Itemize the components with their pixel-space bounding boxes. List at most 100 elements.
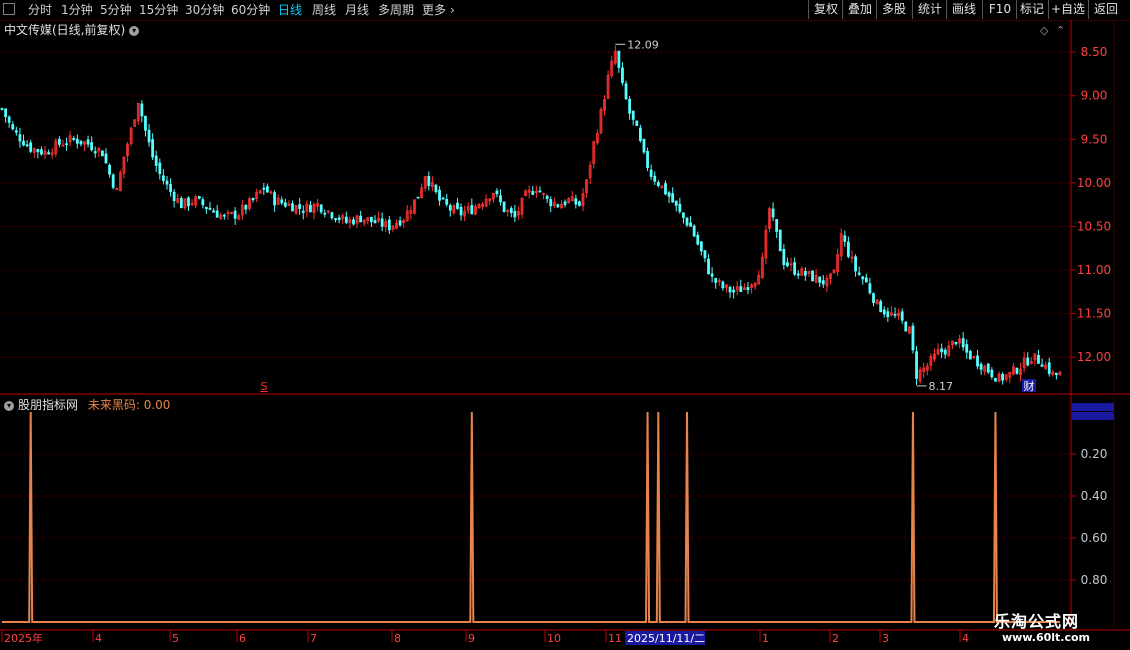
candle-body xyxy=(940,348,944,353)
candle-body xyxy=(778,229,782,252)
tab-period-6[interactable]: 日线 xyxy=(278,2,302,18)
x-axis-label: 4 xyxy=(95,632,102,645)
tab-period-2[interactable]: 5分钟 xyxy=(100,2,132,18)
tab-period-7[interactable]: 周线 xyxy=(312,2,336,18)
candle-body xyxy=(18,134,22,142)
candle-body xyxy=(857,272,861,275)
toolbar-button-2[interactable]: 多股 xyxy=(876,0,911,19)
tab-period-4[interactable]: 30分钟 xyxy=(185,2,224,18)
candle-body xyxy=(954,342,958,345)
candle-body xyxy=(65,143,68,146)
candle-body xyxy=(205,206,208,209)
candle-body xyxy=(283,202,287,207)
candle-body xyxy=(309,204,312,213)
x-axis-label: 10 xyxy=(547,632,561,645)
candle-body xyxy=(262,187,266,190)
candle-body xyxy=(441,197,445,200)
y-tick-label: 9.00 xyxy=(1081,89,1108,103)
candle-body xyxy=(215,210,219,218)
candle-body xyxy=(445,198,449,205)
candle-body xyxy=(782,249,786,266)
candle-body xyxy=(4,108,7,118)
tab-period-5[interactable]: 60分钟 xyxy=(231,2,270,18)
x-axis-label: 5 xyxy=(172,632,179,645)
candle-body xyxy=(631,110,635,120)
candle-body xyxy=(915,351,918,379)
candle-body xyxy=(879,301,883,313)
tab-period-10[interactable]: 更多 xyxy=(422,2,446,18)
candle-body xyxy=(728,287,732,293)
candle-body xyxy=(179,198,183,209)
candle-body xyxy=(671,193,675,203)
candle-body xyxy=(352,219,355,225)
candle-body xyxy=(273,192,276,206)
candle-body xyxy=(549,199,553,207)
candle-body xyxy=(965,344,969,353)
y-tick-label: 12.00 xyxy=(1077,350,1111,364)
candle-body xyxy=(301,210,305,213)
toolbar-button-4[interactable]: 画线 xyxy=(946,0,981,19)
candle-body xyxy=(642,138,646,153)
candle-body xyxy=(578,201,581,206)
more-arrow-icon[interactable]: › xyxy=(450,2,455,18)
candle-body xyxy=(169,184,172,192)
tab-period-9[interactable]: 多周期 xyxy=(378,2,414,18)
candle-body xyxy=(251,197,255,201)
candle-body xyxy=(172,191,176,202)
tab-period-8[interactable]: 月线 xyxy=(345,2,369,18)
y-tick-label: 11.00 xyxy=(1077,263,1111,277)
candle-body xyxy=(459,207,463,216)
x-axis-label: 6 xyxy=(239,632,246,645)
indicator-value-box xyxy=(1072,412,1114,420)
toolbar-button-6[interactable]: 标记 xyxy=(1016,0,1047,19)
window-menu-icon[interactable] xyxy=(3,3,15,15)
candle-body xyxy=(72,137,76,140)
indicator-tick-label: 0.20 xyxy=(1081,447,1108,461)
candle-body xyxy=(689,222,692,227)
candle-body xyxy=(563,201,567,205)
candle-body xyxy=(872,293,875,304)
candle-body xyxy=(674,200,678,206)
candle-body xyxy=(7,116,11,123)
candle-body xyxy=(359,215,363,223)
period-toolbar: 分时 1分钟 5分钟 15分钟 30分钟 60分钟 日线 周线 月线 多周期 更多 › 复权 叠加 多股统… xyxy=(0,0,1130,21)
chart-canvas[interactable]: 12.00 11.50 11.00 10.50 10.00 9.50 9.00 8.50 0.8… xyxy=(0,20,1130,650)
candle-body xyxy=(90,142,94,151)
candle-body xyxy=(265,186,269,193)
candle-body xyxy=(707,258,710,275)
candle-body xyxy=(685,217,689,226)
candle-body xyxy=(456,202,459,209)
toolbar-button-5[interactable]: F10 xyxy=(982,0,1017,19)
candle-body xyxy=(739,286,743,293)
candle-body xyxy=(25,144,29,147)
candle-body xyxy=(380,218,384,227)
candle-body xyxy=(470,205,474,215)
x-axis-label: 2025年 xyxy=(4,631,43,645)
candle-body xyxy=(574,198,578,205)
candle-body xyxy=(538,190,542,193)
x-axis-label: 2 xyxy=(832,632,839,645)
x-axis-label: 1 xyxy=(762,632,769,645)
candle-body xyxy=(628,98,632,114)
toolbar-button-0[interactable]: 复权 xyxy=(808,0,843,19)
candle-body xyxy=(847,241,850,257)
candle-body xyxy=(990,369,994,378)
candle-body xyxy=(513,210,517,218)
candle-body xyxy=(151,139,155,158)
toolbar-button-7[interactable]: +自选 xyxy=(1048,0,1087,19)
candle-body xyxy=(678,203,682,212)
x-axis-label: 11 xyxy=(608,632,622,645)
toolbar-button-1[interactable]: 叠加 xyxy=(842,0,877,19)
watermark-logo: 乐淘公式网 xyxy=(994,612,1080,631)
diamond-icon[interactable]: ◇ xyxy=(1040,24,1049,37)
candle-body xyxy=(370,216,373,222)
chevron-up-icon[interactable]: ⌃ xyxy=(1056,24,1065,37)
toolbar-button-8[interactable]: 返回 xyxy=(1088,0,1123,19)
toolbar-button-3[interactable]: 统计 xyxy=(912,0,947,19)
low-price-label: 8.17 xyxy=(929,380,954,393)
tab-period-0[interactable]: 分时 xyxy=(28,2,52,18)
candle-body xyxy=(47,152,51,155)
candle-body xyxy=(40,149,43,155)
tab-period-1[interactable]: 1分钟 xyxy=(61,2,93,18)
tab-period-3[interactable]: 15分钟 xyxy=(139,2,178,18)
